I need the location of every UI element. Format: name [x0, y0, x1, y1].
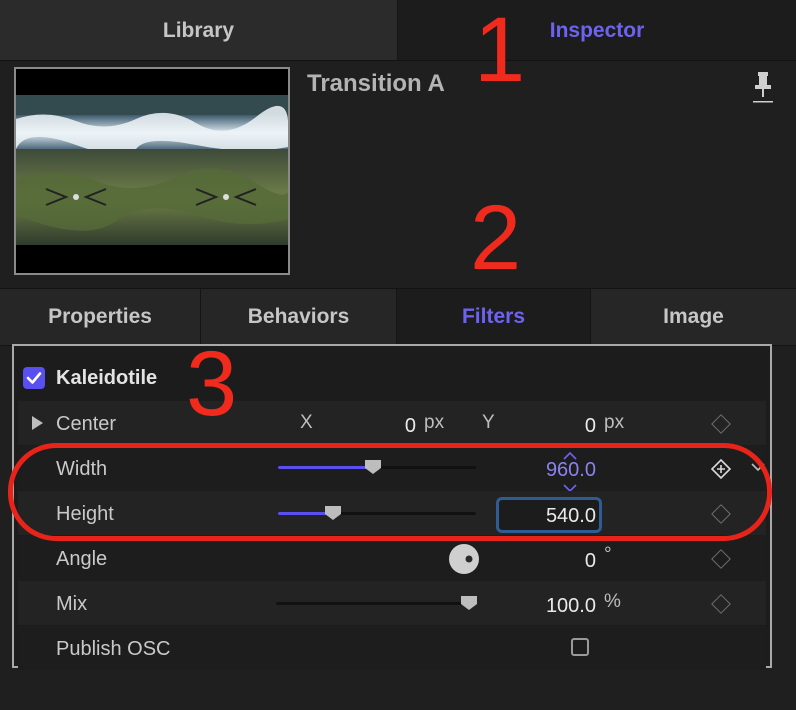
item-title: Transition A: [307, 70, 445, 97]
inspector-sub-tabs: Properties Behaviors Filters Image: [0, 288, 796, 346]
center-x-value[interactable]: 0: [348, 415, 416, 438]
annotation-number-1: 1: [474, 0, 526, 101]
publish-osc-checkbox[interactable]: [571, 638, 589, 656]
top-tab-bar: Library Inspector: [0, 0, 796, 61]
filter-enable-checkbox[interactable]: [23, 367, 45, 389]
center-y-label: Y: [482, 412, 495, 433]
panel-footer: [0, 670, 796, 710]
disclosure-triangle-icon[interactable]: [32, 416, 43, 430]
param-label-center: Center: [56, 413, 117, 435]
keyframe-diamond-icon[interactable]: [711, 549, 731, 569]
tab-library[interactable]: Library: [0, 0, 398, 60]
mix-unit: %: [604, 591, 621, 612]
mix-slider-track[interactable]: [276, 602, 476, 605]
tab-properties[interactable]: Properties: [0, 289, 201, 345]
annotation-number-3: 3: [186, 333, 238, 435]
annotation-highlight-oval: [8, 443, 772, 541]
preview-thumbnail: [14, 67, 290, 275]
center-x-unit: px: [424, 412, 445, 433]
pin-icon[interactable]: [752, 70, 774, 104]
center-y-value[interactable]: 0: [528, 415, 596, 438]
param-row-mix: Mix 100.0 %: [18, 581, 766, 625]
param-label-mix: Mix: [56, 593, 88, 615]
param-label-publish-osc: Publish OSC: [56, 638, 171, 660]
tab-inspector[interactable]: Inspector: [398, 0, 796, 60]
param-row-angle: Angle 0 °: [18, 536, 766, 580]
mix-slider-thumb[interactable]: [460, 595, 478, 611]
param-row-publish-osc: Publish OSC: [18, 626, 766, 670]
tab-image[interactable]: Image: [591, 289, 796, 345]
mix-value[interactable]: 100.0: [518, 595, 596, 618]
center-y-unit: px: [604, 412, 625, 433]
center-x-label: X: [300, 412, 313, 433]
filter-name: Kaleidotile: [56, 367, 158, 389]
param-row-center: Center X 0 px Y 0 px: [18, 401, 766, 445]
param-label-angle: Angle: [56, 548, 108, 570]
angle-dial[interactable]: [448, 543, 480, 575]
keyframe-diamond-icon[interactable]: [711, 594, 731, 614]
annotation-number-2: 2: [470, 187, 522, 289]
checkmark-icon: [26, 372, 42, 384]
angle-value[interactable]: 0: [518, 550, 596, 573]
keyframe-diamond-icon[interactable]: [711, 414, 731, 434]
angle-unit: °: [604, 544, 612, 565]
tab-filters[interactable]: Filters: [397, 289, 591, 345]
